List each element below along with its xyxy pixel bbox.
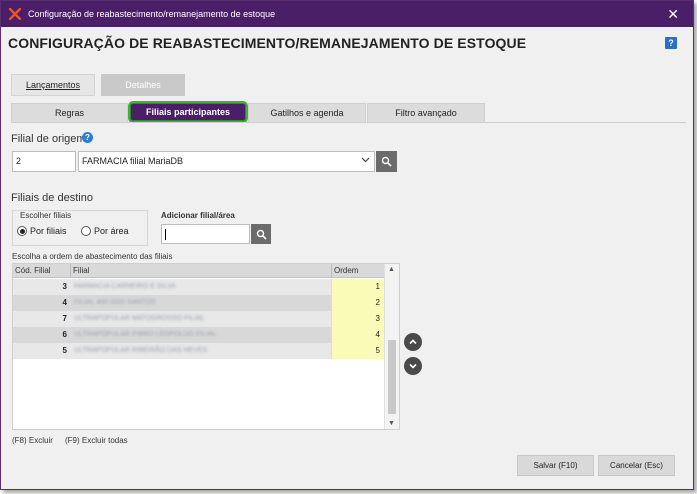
grid-scrollbar[interactable]: ▲ ▼ [384,264,399,429]
cell-filial: FILIAL 400 DOS SANTOS [74,299,156,306]
text-caret [165,229,166,240]
move-down-button[interactable] [404,357,422,375]
chevron-up-icon [409,339,417,345]
chevron-down-icon [409,363,417,369]
subtab-gatilhos-agenda[interactable]: Gatilhos e agenda [248,103,366,122]
cell-ordem[interactable]: 4 [331,327,384,343]
origem-select[interactable]: FARMACIA filial MariaDB [78,151,375,172]
cell-filial: ULTRAPOPULAR RIBEIRÃO DAS NEVES [74,347,208,354]
cell-cod: 7 [62,314,67,323]
shortcut-excluir-todas[interactable]: (F9) Excluir todas [65,436,128,445]
cell-filial: FARMACIA CARNEIRO E SILVA [74,283,176,290]
cancel-button[interactable]: Cancelar (Esc) [598,455,675,476]
adicionar-search-button[interactable] [251,224,271,244]
window-title: Configuração de reabastecimento/remaneja… [28,9,276,19]
info-icon[interactable]: ? [82,132,93,143]
cell-ordem[interactable]: 3 [331,311,384,327]
dialog-window: Configuração de reabastecimento/remaneja… [0,0,694,490]
subtab-filtro-avancado[interactable]: Filtro avançado [367,103,485,122]
app-logo-icon [8,7,22,21]
scroll-up-icon[interactable]: ▲ [388,266,395,273]
escolher-filiais-legend: Escolher filiais [19,211,73,220]
header-ordem[interactable]: Ordem [334,266,358,275]
title-bar: Configuração de reabastecimento/remaneja… [1,1,693,27]
adicionar-filial-input[interactable] [161,224,250,244]
radio-checked-icon [17,226,27,236]
cell-filial: ULTRAPOPULAR PIBRO LEOPOLDO FILIAL [74,331,217,338]
origem-code-input[interactable]: 2 [12,151,76,172]
help-icon[interactable]: ? [665,37,677,49]
grid-header: Cód. Filial Filial Ordem [13,264,384,278]
filiais-destino-label: Filiais de destino [11,192,93,204]
filial-origem-label: Filial de origem [11,133,86,145]
save-button[interactable]: Salvar (F10) [517,455,594,476]
cell-ordem[interactable]: 5 [331,343,384,359]
header-filial[interactable]: Filial [73,266,89,275]
scroll-thumb[interactable] [388,340,396,414]
radio-por-area-label: Por área [94,226,129,236]
cell-ordem[interactable]: 2 [331,295,384,311]
cell-cod: 6 [62,330,67,339]
origem-search-button[interactable] [376,151,397,172]
shortcut-excluir[interactable]: (F8) Excluir [12,436,53,445]
cell-cod: 4 [62,298,67,307]
filiais-grid: Cód. Filial Filial Ordem 3 FARMACIA CARN… [12,263,400,430]
origem-select-value: FARMACIA filial MariaDB [82,156,184,166]
radio-unchecked-icon [81,226,91,236]
tab-detalhes[interactable]: Detalhes [101,74,185,96]
subtab-regras[interactable]: Regras [11,103,128,122]
table-row[interactable]: 4 FILIAL 400 DOS SANTOS 2 [13,295,384,311]
tab-divider [11,122,686,123]
tab-lancamentos[interactable]: Lançamentos [11,74,95,96]
table-row[interactable]: 7 ULTRAPOPULAR MATOGROSSO FILIAL 3 [13,311,384,327]
close-icon[interactable]: ✕ [667,5,679,23]
adicionar-filial-label: Adicionar filial/área [161,211,235,220]
grid-caption: Escolha a ordem de abastecimento das fil… [12,252,173,261]
chevron-down-icon [361,155,370,166]
cell-ordem[interactable]: 1 [331,279,384,295]
radio-por-filiais[interactable]: Por filiais [17,226,67,236]
radio-por-area[interactable]: Por área [81,226,129,236]
cell-filial: ULTRAPOPULAR MATOGROSSO FILIAL [74,315,205,322]
subtab-filiais-participantes[interactable]: Filiais participantes [128,101,248,123]
search-icon [381,156,392,167]
table-row[interactable]: 5 ULTRAPOPULAR RIBEIRÃO DAS NEVES 5 [13,343,384,359]
table-row[interactable]: 3 FARMACIA CARNEIRO E SILVA 1 [13,279,384,295]
search-icon [256,229,267,240]
header-cod-filial[interactable]: Cód. Filial [15,266,51,275]
page-title: CONFIGURAÇÃO DE REABASTECIMENTO/REMANEJA… [8,35,527,51]
cell-cod: 5 [62,346,67,355]
cell-cod: 3 [62,282,67,291]
radio-por-filiais-label: Por filiais [30,226,67,236]
scroll-down-icon[interactable]: ▼ [388,420,395,427]
move-up-button[interactable] [404,333,422,351]
table-row[interactable]: 6 ULTRAPOPULAR PIBRO LEOPOLDO FILIAL 4 [13,327,384,343]
